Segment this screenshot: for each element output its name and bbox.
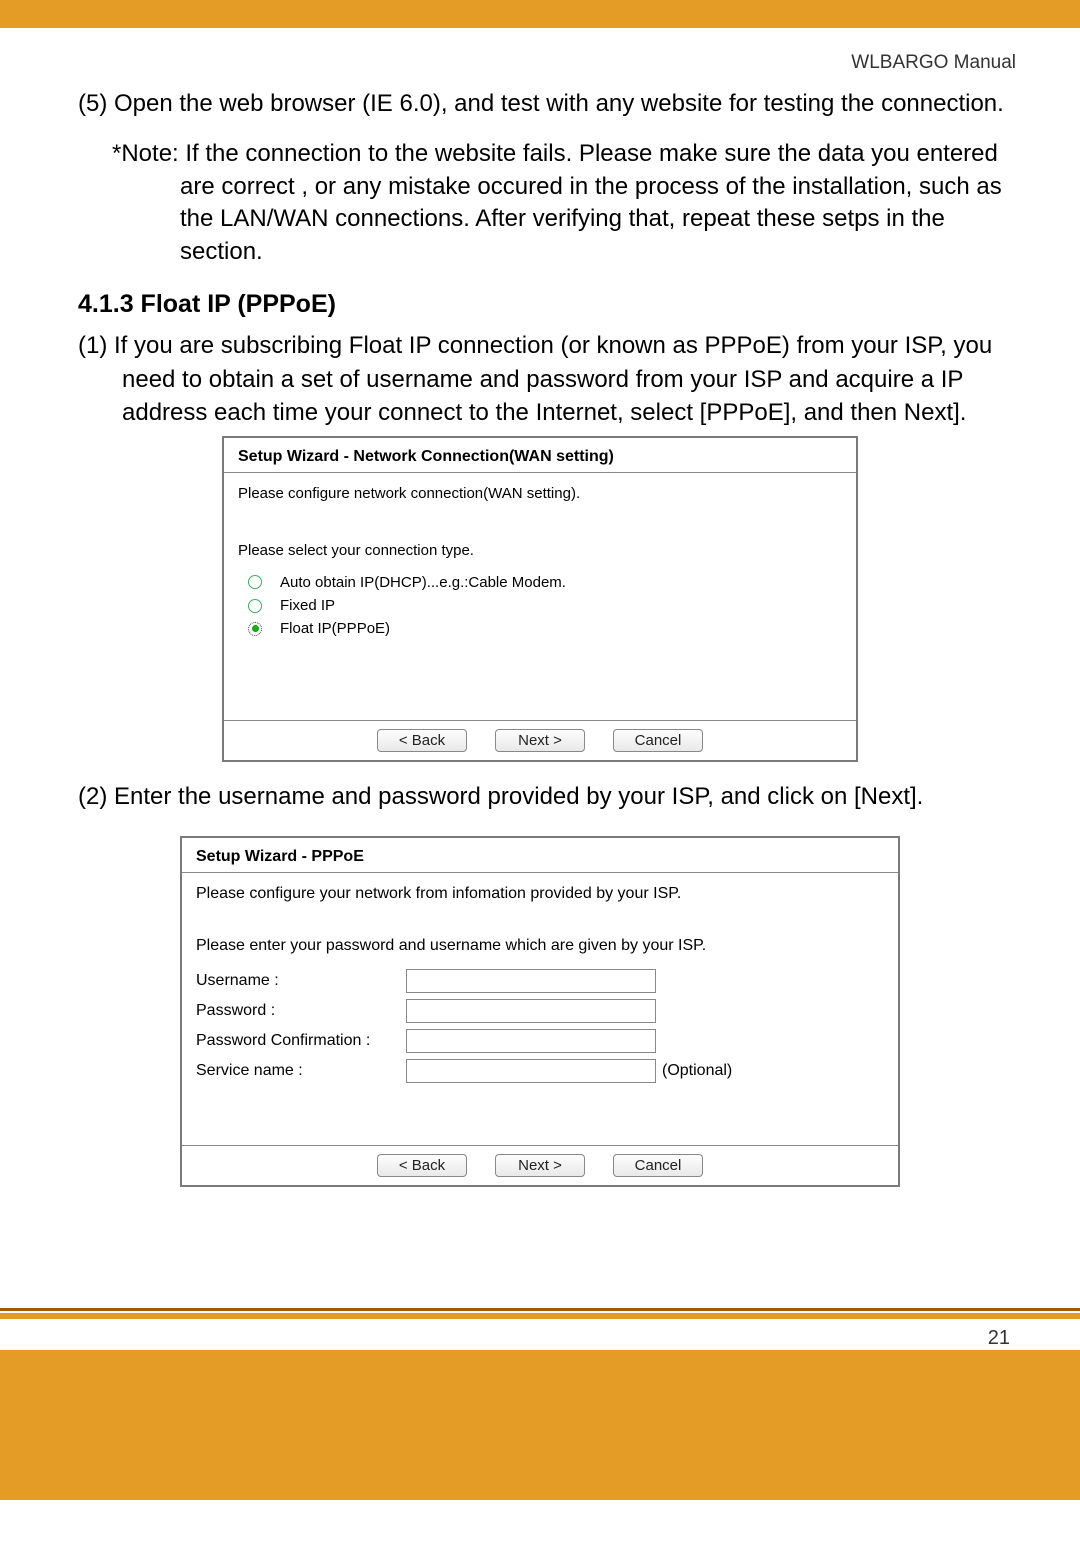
wizard2-form: Please configure your network from infom… (182, 873, 898, 1145)
radio-label: Auto obtain IP(DHCP)...e.g.:Cable Modem. (280, 571, 566, 594)
wizard1-button-row: < Back Next > Cancel (224, 720, 856, 760)
next-button[interactable]: Next > (495, 1154, 585, 1177)
label-username: Username : (196, 972, 406, 990)
wizard1-title: Setup Wizard - Network Connection(WAN se… (224, 438, 856, 472)
manual-name: WLBARGO Manual (64, 52, 1016, 74)
row-service-name: Service name : (Optional) (196, 1059, 884, 1083)
radio-icon (248, 599, 262, 613)
cancel-button[interactable]: Cancel (613, 1154, 703, 1177)
section-heading: 4.1.3 Float IP (PPPoE) (78, 290, 1016, 319)
setup-wizard-wan: Setup Wizard - Network Connection(WAN se… (222, 436, 858, 763)
label-password-confirm: Password Confirmation : (196, 1032, 406, 1050)
wizard2-intro2: Please enter your password and username … (196, 903, 884, 969)
radio-icon (248, 575, 262, 589)
page-footer: 21 (0, 1308, 1080, 1350)
step-2-text: (2) Enter the username and password prov… (78, 780, 1016, 814)
row-password: Password : (196, 999, 884, 1023)
row-password-confirm: Password Confirmation : (196, 1029, 884, 1053)
password-input[interactable] (406, 999, 656, 1023)
note-text: *Note: If the connection to the website … (112, 138, 1016, 268)
step-1-text: (1) If you are subscribing Float IP conn… (78, 329, 1016, 430)
label-password: Password : (196, 1002, 406, 1020)
radio-label: Fixed IP (280, 594, 335, 617)
password-confirm-input[interactable] (406, 1029, 656, 1053)
radio-option-dhcp[interactable]: Auto obtain IP(DHCP)...e.g.:Cable Modem. (248, 571, 842, 594)
wizard2-intro1: Please configure your network from infom… (196, 873, 884, 903)
back-button[interactable]: < Back (377, 1154, 467, 1177)
radio-option-fixed-ip[interactable]: Fixed IP (248, 594, 842, 617)
page-content: WLBARGO Manual (5) Open the web browser … (0, 28, 1080, 1308)
setup-wizard-pppoe: Setup Wizard - PPPoE Please configure yo… (180, 836, 900, 1187)
radio-option-pppoe[interactable]: Float IP(PPPoE) (248, 617, 842, 640)
step-5-text: (5) Open the web browser (IE 6.0), and t… (78, 88, 1016, 120)
label-service-name: Service name : (196, 1062, 406, 1080)
wizard1-intro: Please configure network connection(WAN … (224, 473, 856, 502)
footer-line-dark (0, 1308, 1080, 1311)
next-button[interactable]: Next > (495, 729, 585, 752)
wizard2-title: Setup Wizard - PPPoE (182, 838, 898, 872)
bottom-orange-band (0, 1350, 1080, 1500)
radio-label: Float IP(PPPoE) (280, 617, 390, 640)
wizard2-button-row: < Back Next > Cancel (182, 1145, 898, 1185)
cancel-button[interactable]: Cancel (613, 729, 703, 752)
connection-type-radiogroup: Auto obtain IP(DHCP)...e.g.:Cable Modem.… (224, 567, 856, 721)
service-name-input[interactable] (406, 1059, 656, 1083)
top-orange-bar (0, 0, 1080, 28)
row-username: Username : (196, 969, 884, 993)
username-input[interactable] (406, 969, 656, 993)
back-button[interactable]: < Back (377, 729, 467, 752)
page-number: 21 (0, 1319, 1080, 1350)
optional-text: (Optional) (662, 1062, 732, 1080)
radio-icon-selected (248, 622, 262, 636)
wizard1-subheading: Please select your connection type. (224, 502, 856, 567)
